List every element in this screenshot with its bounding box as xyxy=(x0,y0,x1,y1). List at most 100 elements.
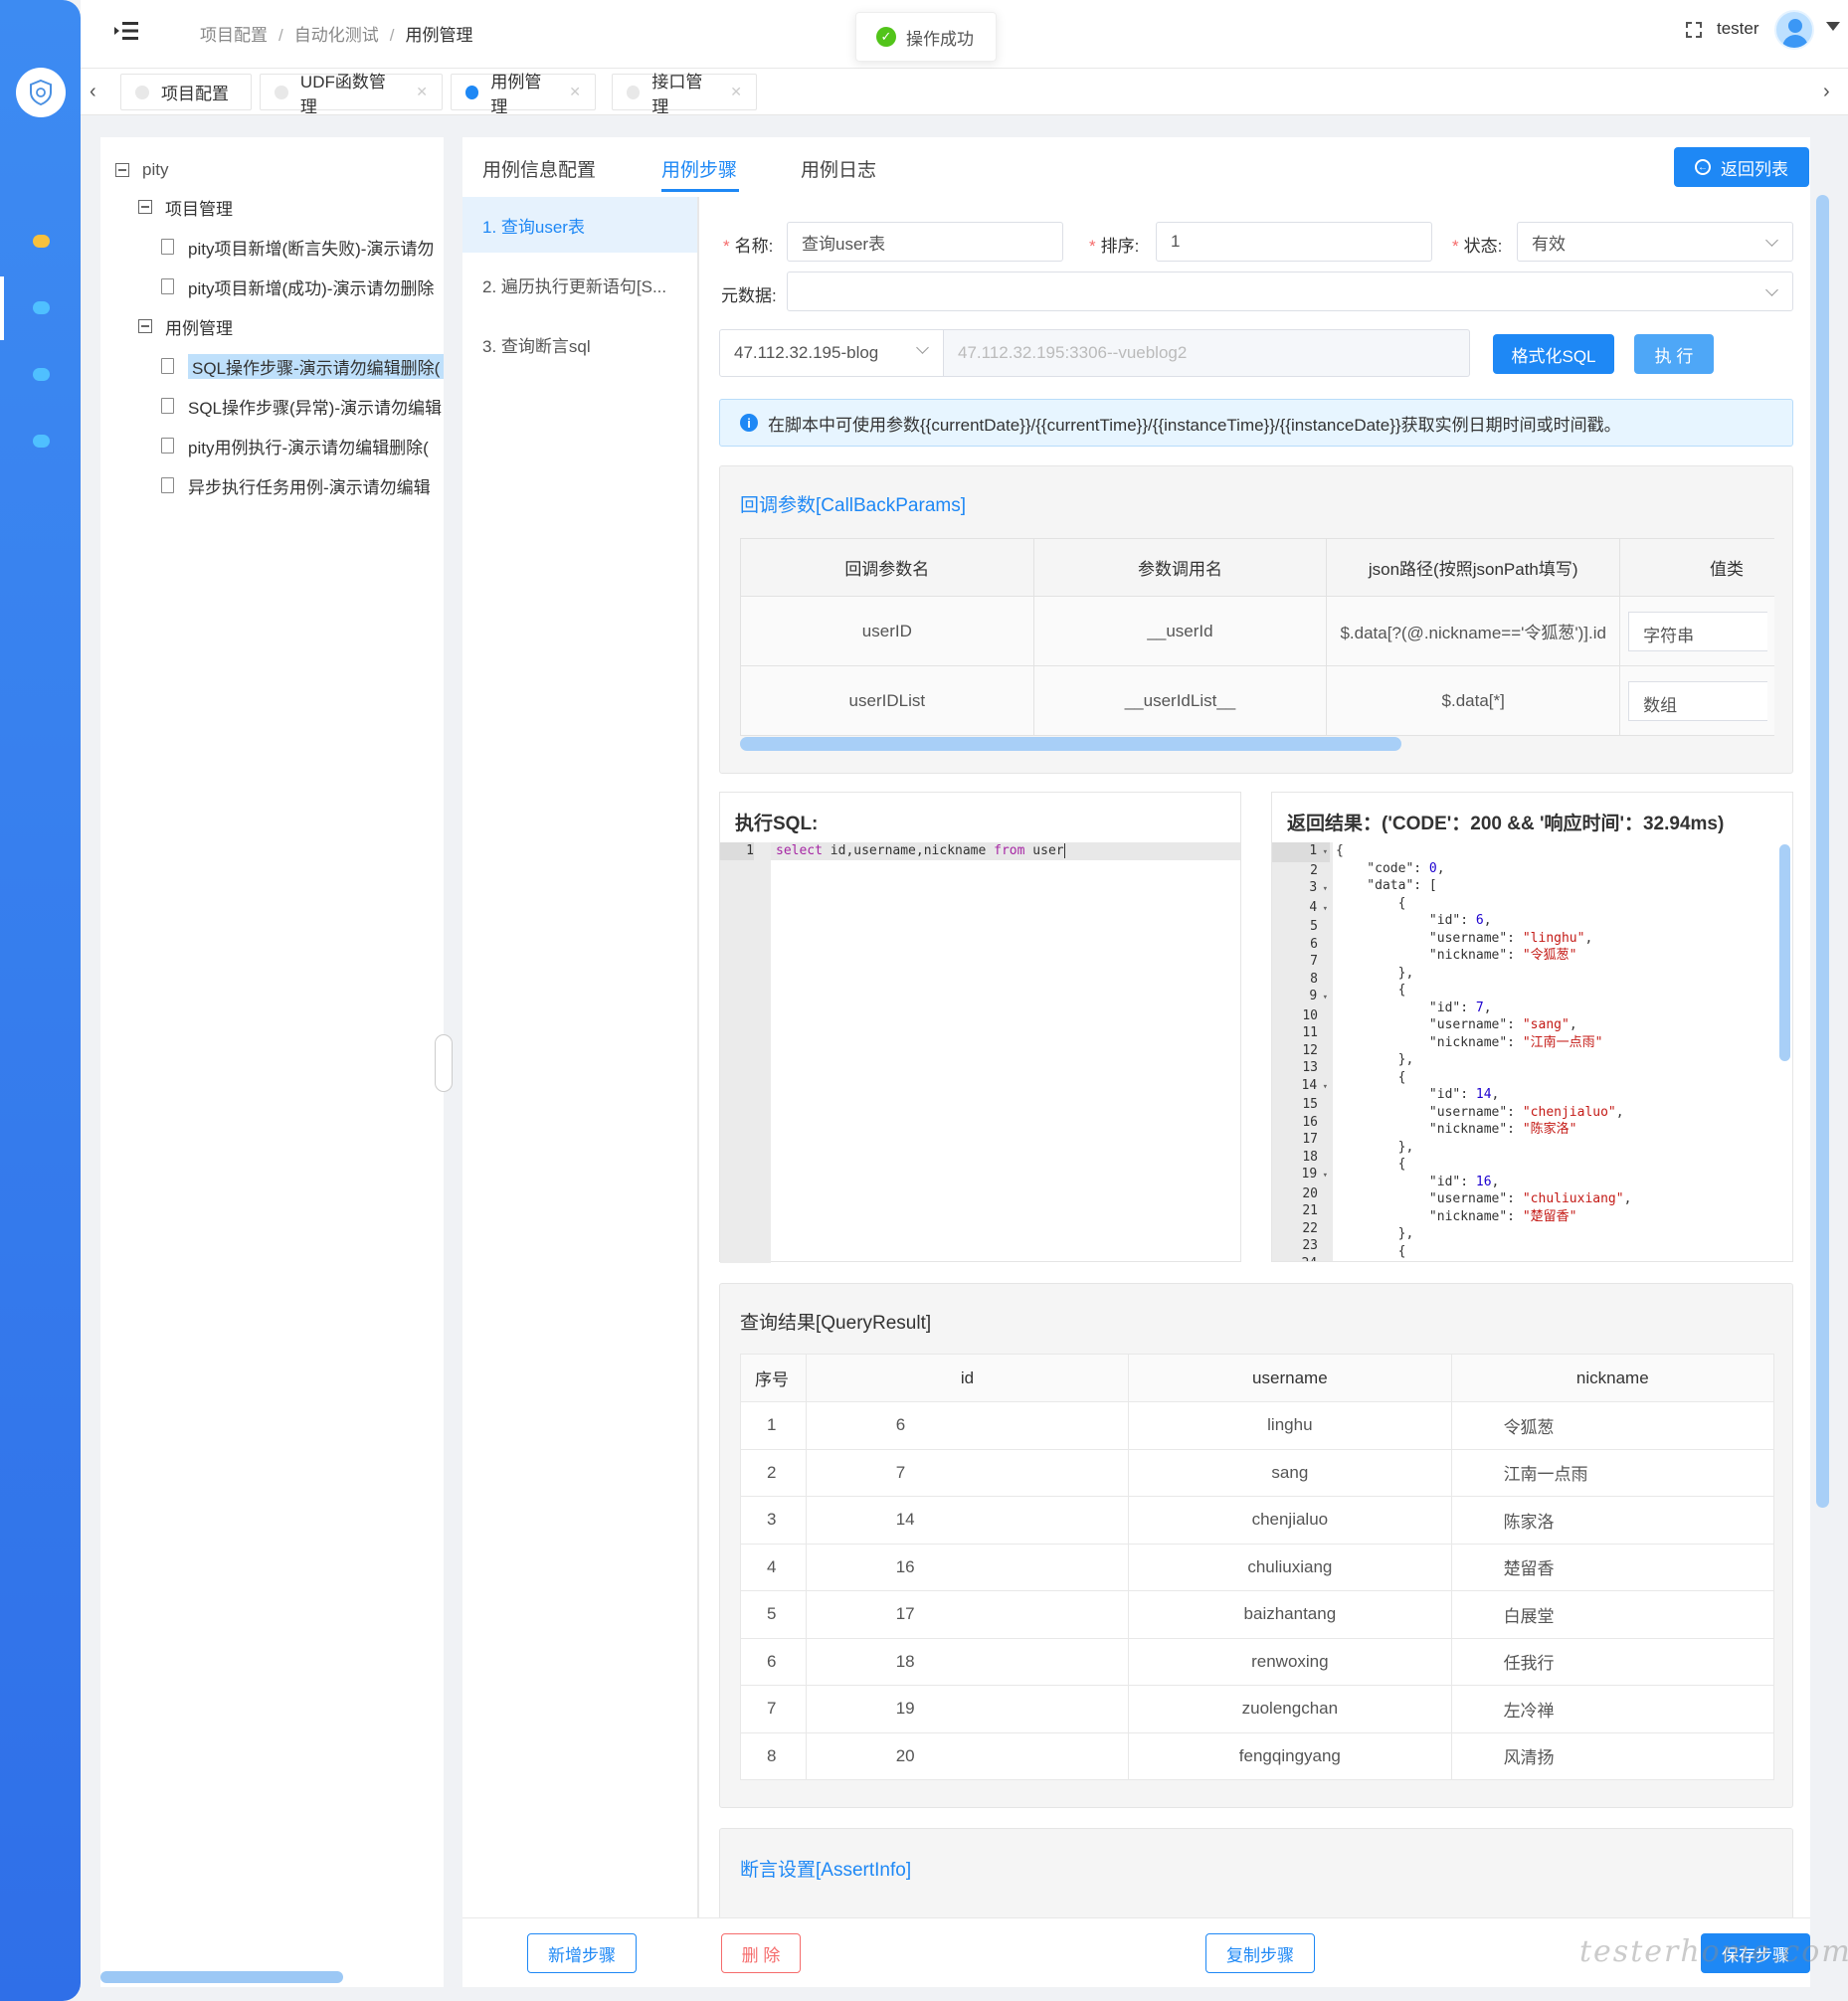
column-header: json路径(按照jsonPath填写) xyxy=(1326,538,1621,597)
tab-case-logs[interactable]: 用例日志 xyxy=(801,155,876,182)
back-to-list-button[interactable]: ← 返回列表 xyxy=(1674,147,1809,187)
sidebar-nav-dot-3[interactable] xyxy=(33,368,50,381)
step-item-2[interactable]: 2. 遍历执行更新语句[S... xyxy=(462,257,697,312)
shield-logo-icon[interactable] xyxy=(16,68,66,117)
result-code-area[interactable]: { "code": 0, "data": [ { "id": 6, "usern… xyxy=(1336,842,1631,1260)
tab-label: 项目配置 xyxy=(161,85,229,103)
tree-node-root[interactable]: pity xyxy=(115,155,168,185)
order-input[interactable]: 1 xyxy=(1156,222,1432,262)
execute-button[interactable]: 执 行 xyxy=(1634,334,1714,374)
copy-step-button[interactable]: 复制步骤 xyxy=(1205,1933,1315,1973)
cell-json-path[interactable]: $.data[?(@.nickname=='令狐葱')].id xyxy=(1326,596,1621,666)
cell-param-name[interactable]: userID xyxy=(740,596,1034,666)
fold-arrow-icon[interactable]: ▾ xyxy=(1317,847,1328,857)
table-cell: 8 xyxy=(740,1732,807,1780)
value-type-select[interactable]: 数组 xyxy=(1628,680,1768,721)
breadcrumb-item[interactable]: 自动化测试 xyxy=(294,26,379,45)
fold-arrow-icon[interactable]: ▾ xyxy=(1317,884,1328,894)
page-tab-case-management[interactable]: 用例管理 ✕ xyxy=(451,73,596,116)
fold-arrow-icon[interactable]: ▾ xyxy=(1317,993,1328,1002)
fold-arrow-icon[interactable]: ▾ xyxy=(1317,1260,1328,1262)
caret-down-icon[interactable] xyxy=(1826,22,1840,31)
tab-case-steps[interactable]: 用例步骤 xyxy=(661,155,737,182)
tree-horizontal-scrollbar[interactable] xyxy=(100,1971,343,1983)
code-line: "id": 16, xyxy=(1336,1174,1500,1189)
collapse-icon[interactable] xyxy=(138,319,152,333)
line-number: 20 xyxy=(1302,1185,1318,1201)
close-icon[interactable]: ✕ xyxy=(416,84,428,100)
cell-call-name[interactable]: __userId xyxy=(1032,596,1328,666)
collapse-icon[interactable] xyxy=(115,163,129,177)
assert-info-card: 断言设置[AssertInfo] xyxy=(719,1828,1793,1919)
sql-editor-panel: 执行SQL: 1 select id,username,nickname fro… xyxy=(719,792,1241,1263)
delete-step-button[interactable]: 删 除 xyxy=(721,1933,801,1973)
tree-node-group[interactable]: 用例管理 xyxy=(138,311,233,341)
avatar[interactable] xyxy=(1774,10,1814,50)
table-cell: fengqingyang xyxy=(1128,1732,1452,1780)
tabs-scroll-right-icon[interactable]: › xyxy=(1823,81,1830,103)
step-item-3[interactable]: 3. 查询断言sql xyxy=(462,316,697,372)
tree-leaf[interactable]: pity项目新增(断言失败)-演示请勿 xyxy=(161,232,434,262)
cell-call-name[interactable]: __userIdList__ xyxy=(1032,665,1328,736)
line-number: 22 xyxy=(1302,1220,1318,1236)
table-cell: 1 xyxy=(740,1401,807,1450)
tree-leaf[interactable]: pity用例执行-演示请勿编辑删除( xyxy=(161,431,429,460)
format-sql-button[interactable]: 格式化SQL xyxy=(1493,334,1614,374)
main-vertical-scrollbar[interactable] xyxy=(1816,195,1829,1508)
value-type-select[interactable]: 字符串 xyxy=(1628,611,1768,651)
sidebar-nav-dot-2[interactable] xyxy=(33,301,50,314)
tree-leaf[interactable]: 异步执行任务用例-演示请勿编辑 xyxy=(161,470,431,500)
watermark: testerhome.com xyxy=(1579,1934,1848,1969)
page-tab-udf[interactable]: UDF函数管理 ✕ xyxy=(260,73,443,116)
line-number: 11 xyxy=(1302,1025,1318,1040)
database-address-input[interactable]: 47.112.32.195:3306--vueblog2 xyxy=(944,329,1470,377)
breadcrumb-item[interactable]: 项目配置 xyxy=(200,26,268,45)
close-icon[interactable]: ✕ xyxy=(730,84,742,100)
code-line: { xyxy=(1336,1157,1406,1172)
result-editor-scrollbar[interactable] xyxy=(1779,844,1790,1061)
sidebar-nav-dot-4[interactable] xyxy=(33,435,50,448)
step-item-1[interactable]: 1. 查询user表 xyxy=(462,197,697,253)
name-input[interactable]: 查询user表 xyxy=(787,222,1063,262)
collapse-icon[interactable] xyxy=(138,200,152,214)
page-tab-project-config[interactable]: 项目配置 xyxy=(120,74,252,110)
tree-leaf[interactable]: pity项目新增(成功)-演示请勿删除 xyxy=(161,272,434,301)
sidebar-nav-dot-1[interactable] xyxy=(33,235,50,248)
cell-param-name[interactable]: userIDList xyxy=(740,665,1034,736)
tab-case-info[interactable]: 用例信息配置 xyxy=(482,155,596,182)
callback-table-scrollbar[interactable] xyxy=(740,737,1401,751)
table-cell: 白展堂 xyxy=(1451,1590,1774,1639)
cell-json-path[interactable]: $.data[*] xyxy=(1326,665,1621,736)
table-row: 3 14 chenjialuo 陈家洛 xyxy=(740,1496,1774,1545)
line-number: 1 xyxy=(720,842,754,860)
success-toast: ✓ 操作成功 xyxy=(855,12,997,62)
code-line: "data": [ xyxy=(1336,878,1437,893)
line-number: 5 xyxy=(1310,919,1318,934)
add-step-button[interactable]: 新增步骤 xyxy=(527,1933,637,1973)
table-row: userID __userId $.data[?(@.nickname=='令狐… xyxy=(740,596,1774,666)
breadcrumb: 项目配置 / 自动化测试 / 用例管理 xyxy=(200,26,473,45)
fold-arrow-icon[interactable]: ▾ xyxy=(1317,1082,1328,1092)
username[interactable]: tester xyxy=(1717,19,1759,39)
fullscreen-icon[interactable] xyxy=(1686,22,1702,38)
check-circle-icon: ✓ xyxy=(876,27,896,47)
line-number: 21 xyxy=(1302,1203,1318,1218)
close-icon[interactable]: ✕ xyxy=(569,84,581,100)
tree-leaf[interactable]: SQL操作步骤(异常)-演示请勿编辑 xyxy=(161,391,442,421)
table-cell: renwoxing xyxy=(1128,1638,1452,1686)
fold-arrow-icon[interactable]: ▾ xyxy=(1317,1171,1328,1181)
sql-code-area[interactable]: select id,username,nickname from user​ xyxy=(776,842,1065,860)
database-select[interactable]: 47.112.32.195-blog xyxy=(719,329,944,377)
query-result-card: 查询结果[QueryResult] 序号 id username nicknam… xyxy=(719,1283,1793,1808)
page-tab-api-management[interactable]: 接口管理 ✕ xyxy=(612,73,757,116)
menu-fold-icon[interactable] xyxy=(113,20,139,42)
fold-arrow-icon[interactable]: ▾ xyxy=(1317,904,1328,914)
metadata-select[interactable] xyxy=(787,272,1793,311)
tabs-scroll-left-icon[interactable]: ‹ xyxy=(90,81,96,103)
status-select[interactable]: 有效 xyxy=(1517,222,1793,262)
tree-leaf-selected[interactable]: SQL操作步骤-演示请勿编辑删除( xyxy=(161,351,445,381)
tree-node-group[interactable]: 项目管理 xyxy=(138,192,233,222)
code-line: { xyxy=(1336,843,1344,858)
panel-resize-handle[interactable] xyxy=(435,1034,453,1092)
table-cell: 6 xyxy=(806,1401,1130,1450)
